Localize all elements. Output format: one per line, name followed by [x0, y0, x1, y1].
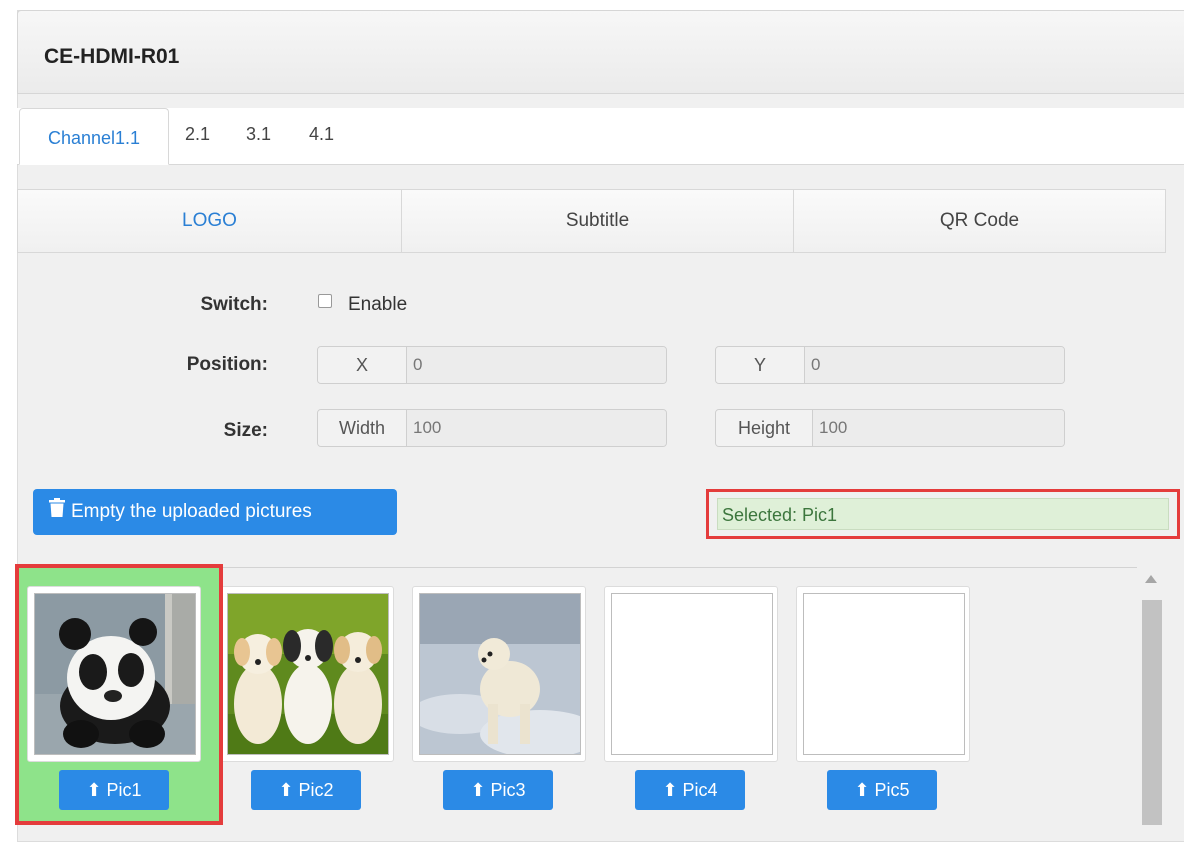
enable-label: Enable: [348, 294, 408, 315]
pic3-label: Pic3: [490, 780, 526, 800]
x-input[interactable]: 0: [407, 347, 666, 383]
switch-label: Switch:: [200, 294, 268, 315]
function-tabs: LOGO Subtitle QR Code: [17, 189, 1166, 253]
empty-pictures-button[interactable]: Empty the uploaded pictures: [33, 489, 397, 535]
pic2-label: Pic2: [298, 780, 334, 800]
height-input[interactable]: 100: [813, 410, 1064, 446]
tab-subtitle[interactable]: Subtitle: [402, 190, 794, 252]
tab-logo[interactable]: LOGO: [18, 190, 402, 252]
empty-pictures-label: Empty the uploaded pictures: [71, 501, 312, 522]
selected-card-highlight: [15, 564, 223, 825]
picture-card-3[interactable]: [412, 586, 586, 762]
width-input[interactable]: 100: [407, 410, 666, 446]
picture-card-2[interactable]: [220, 586, 394, 762]
selected-highlight: Selected: Pic1: [706, 489, 1180, 539]
width-addon: Width: [318, 410, 407, 446]
device-header: CE-HDMI-R01: [17, 10, 1184, 94]
height-addon: Height: [716, 410, 813, 446]
channel-tabbar: Channel1.1 2.1 3.1 4.1: [17, 108, 1184, 165]
pic4-label: Pic4: [682, 780, 718, 800]
scroll-thumb[interactable]: [1142, 600, 1162, 825]
x-input-group: X 0: [317, 346, 667, 384]
size-label: Size:: [223, 420, 268, 441]
pic5-label: Pic5: [874, 780, 910, 800]
tab-channel-3-1[interactable]: 3.1: [246, 124, 271, 145]
tab-channel-2-1[interactable]: 2.1: [185, 124, 210, 145]
upload-icon: ⬆: [470, 780, 486, 800]
upload-icon: ⬆: [854, 780, 870, 800]
enable-checkbox[interactable]: [318, 294, 332, 308]
trash-icon: [49, 489, 65, 535]
puppies-image: [227, 593, 389, 755]
empty-image: [611, 593, 773, 755]
tab-channel-4-1[interactable]: 4.1: [309, 124, 334, 145]
selected-status: Selected: Pic1: [717, 498, 1169, 530]
tab-qr-code[interactable]: QR Code: [794, 190, 1165, 252]
position-label: Position:: [186, 354, 268, 375]
height-input-group: Height 100: [715, 409, 1065, 447]
device-title: CE-HDMI-R01: [44, 45, 180, 68]
pic2-upload-button[interactable]: ⬆ Pic2: [251, 770, 361, 810]
upload-icon: ⬆: [278, 780, 294, 800]
gallery-scrollbar[interactable]: [1137, 567, 1167, 825]
pic4-upload-button[interactable]: ⬆ Pic4: [635, 770, 745, 810]
pic5-upload-button[interactable]: ⬆ Pic5: [827, 770, 937, 810]
y-input-group: Y 0: [715, 346, 1065, 384]
scroll-up-icon[interactable]: [1145, 575, 1157, 583]
polar-bear-image: [419, 593, 581, 755]
picture-card-5[interactable]: [796, 586, 970, 762]
upload-icon: ⬆: [662, 780, 678, 800]
x-addon: X: [318, 347, 407, 383]
pic3-upload-button[interactable]: ⬆ Pic3: [443, 770, 553, 810]
width-input-group: Width 100: [317, 409, 667, 447]
picture-card-4[interactable]: [604, 586, 778, 762]
y-addon: Y: [716, 347, 805, 383]
y-input[interactable]: 0: [805, 347, 1064, 383]
tab-channel-1-1[interactable]: Channel1.1: [19, 108, 169, 165]
empty-image: [803, 593, 965, 755]
